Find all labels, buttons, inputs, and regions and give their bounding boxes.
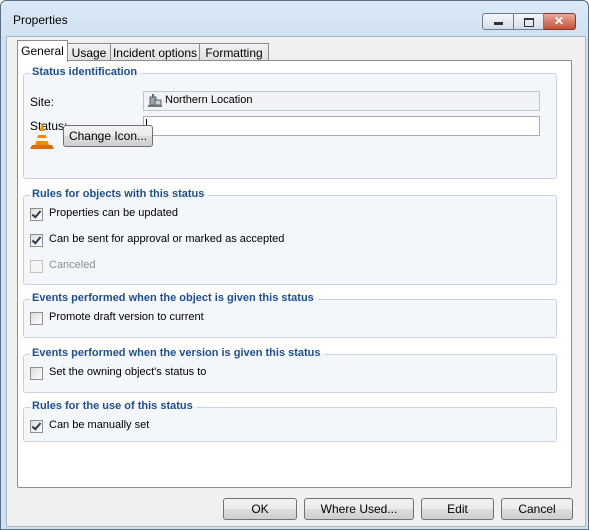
tab-incident-options-label: Incident options (112, 46, 198, 60)
promote-draft-checkbox[interactable] (30, 312, 43, 325)
set-owning-status-label: Set the owning object's status to (49, 366, 207, 378)
close-icon: ✕ (553, 14, 565, 28)
tab-usage[interactable]: Usage (67, 43, 111, 61)
general-tab-panel: Status identification Site: Northern Loc… (17, 60, 572, 488)
ok-button[interactable]: OK (223, 498, 297, 520)
close-button[interactable]: ✕ (544, 13, 576, 30)
rules-use-group: Rules for the use of this status Can be … (23, 400, 557, 442)
change-icon-button[interactable]: Change Icon... (63, 125, 153, 147)
site-building-icon (148, 94, 162, 107)
traffic-cone-icon (30, 123, 54, 149)
site-label: Site: (30, 95, 55, 109)
events-version-group: Events performed when the version is giv… (23, 347, 557, 393)
title-bar[interactable]: Properties ✕ (1, 1, 588, 35)
tab-incident-options[interactable]: Incident options (110, 43, 200, 61)
properties-updated-checkbox[interactable] (30, 208, 43, 221)
manually-set-label: Can be manually set (49, 419, 150, 431)
status-input[interactable] (143, 116, 540, 136)
minimize-button[interactable] (482, 13, 514, 30)
properties-updated-label: Properties can be updated (49, 207, 179, 219)
maximize-icon (524, 18, 534, 27)
approval-checkbox[interactable] (30, 234, 43, 247)
site-value: Northern Location (165, 94, 253, 106)
dialog-client-area: General Usage Incident options Formattin… (6, 36, 586, 527)
rules-use-title: Rules for the use of this status (30, 400, 197, 412)
tab-general[interactable]: General (17, 40, 68, 62)
events-version-title: Events performed when the version is giv… (30, 347, 325, 359)
rules-objects-group: Rules for objects with this status Prope… (23, 188, 557, 285)
status-identification-title: Status identification (30, 66, 142, 78)
cancel-button[interactable]: Cancel (501, 498, 573, 520)
promote-draft-label: Promote draft version to current (49, 311, 204, 323)
tab-usage-label: Usage (71, 46, 107, 60)
maximize-button[interactable] (514, 13, 544, 30)
minimize-icon (494, 22, 503, 25)
site-field: Northern Location (143, 91, 540, 111)
approval-label: Can be sent for approval or marked as ac… (49, 233, 285, 245)
canceled-checkbox (30, 260, 43, 273)
window-title: Properties (13, 13, 68, 27)
edit-button[interactable]: Edit (421, 498, 494, 520)
manually-set-checkbox[interactable] (30, 420, 43, 433)
set-owning-status-checkbox[interactable] (30, 367, 43, 380)
canceled-label: Canceled (49, 259, 96, 271)
tab-general-label: General (21, 44, 64, 58)
status-identification-group: Status identification Site: Northern Loc… (23, 66, 557, 179)
events-object-group: Events performed when the object is give… (23, 292, 557, 338)
where-used-button[interactable]: Where Used... (304, 498, 414, 520)
events-object-title: Events performed when the object is give… (30, 292, 318, 304)
properties-window: Properties ✕ General Usage Incident opti… (0, 0, 589, 530)
rules-objects-title: Rules for objects with this status (30, 188, 209, 200)
tab-formatting[interactable]: Formatting (199, 43, 269, 61)
tab-formatting-label: Formatting (205, 46, 263, 60)
